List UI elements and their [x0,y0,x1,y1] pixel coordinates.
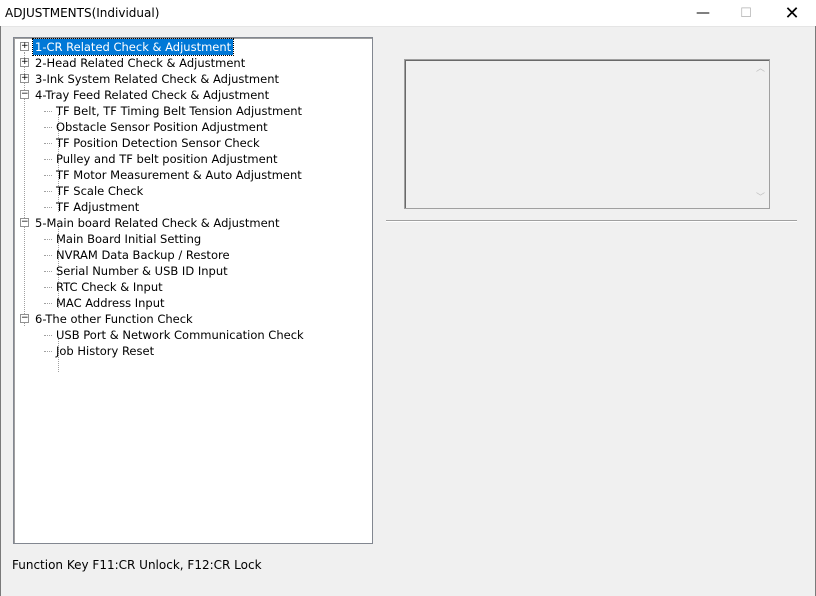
tree-item-pulley[interactable]: Pulley and TF belt position Adjustment [54,151,280,167]
tree-item-mac-address[interactable]: MAC Address Input [54,295,167,311]
tree-item-label: MAC Address Input [56,296,165,310]
tree-connector [44,111,52,112]
collapse-icon[interactable]: − [20,218,29,227]
tree-connector [44,143,52,144]
tree-item-label: TF Motor Measurement & Auto Adjustment [56,168,302,182]
function-key-hint: Function Key F11:CR Unlock, F12:CR Lock [12,558,262,572]
tree-connector [44,351,52,352]
tree-connector [44,335,52,336]
tree-item-label: 5-Main board Related Check & Adjustment [35,216,280,230]
tree-item-label: 6-The other Function Check [35,312,193,326]
minimize-button[interactable]: — [680,0,726,26]
tree-item-label: USB Port & Network Communication Check [56,328,304,342]
window-title: ADJUSTMENTS(Individual) [5,6,160,20]
tree-item-label: TF Position Detection Sensor Check [56,136,260,150]
tree-item-label: Serial Number & USB ID Input [56,264,228,278]
tree-connector [44,239,52,240]
tree-item-label: TF Adjustment [56,200,140,214]
tree-item-label: TF Scale Check [56,184,144,198]
scroll-up-icon[interactable]: ︿ [752,61,769,78]
close-button[interactable]: ✕ [769,0,815,26]
tree-item-label: 1-CR Related Check & Adjustment [31,38,235,56]
tree-item-main-board-initial[interactable]: Main Board Initial Setting [54,231,203,247]
separator-line [386,220,797,222]
collapse-icon[interactable]: − [20,314,29,323]
tree-item-nvram[interactable]: NVRAM Data Backup / Restore [54,247,232,263]
tree-connector [44,303,52,304]
title-bar: ADJUSTMENTS(Individual) — ☐ ✕ [0,0,816,27]
tree-connector [44,255,52,256]
tree-connector [44,175,52,176]
expand-icon[interactable]: + [20,42,29,51]
tree-connector [44,159,52,160]
tree-item-tf-belt[interactable]: TF Belt, TF Timing Belt Tension Adjustme… [54,103,304,119]
tree-item-label: TF Belt, TF Timing Belt Tension Adjustme… [56,104,303,118]
tree-connector [44,287,52,288]
tree-connector [44,207,52,208]
window-border-left [0,26,1,596]
tree-item-serial-number[interactable]: Serial Number & USB ID Input [54,263,230,279]
tree-item-label: Main Board Initial Setting [56,232,202,246]
maximize-button[interactable]: ☐ [723,0,769,26]
tree-item-label: RTC Check & Input [56,280,163,294]
tree-connector [44,127,52,128]
tree-item-label: 4-Tray Feed Related Check & Adjustment [35,88,270,102]
description-memo[interactable]: ︿ ﹀ [404,59,770,209]
tree-item-job-history[interactable]: Job History Reset [54,343,156,359]
tree-connector [44,271,52,272]
tree-item-tf-position-sensor[interactable]: TF Position Detection Sensor Check [54,135,262,151]
expand-icon[interactable]: + [20,74,29,83]
tree-connector [44,191,52,192]
tree-item-tf-adjustment[interactable]: TF Adjustment [54,199,141,215]
tree-item-label: 2-Head Related Check & Adjustment [35,56,246,70]
tree-item-label: Pulley and TF belt position Adjustment [56,152,278,166]
adjustment-tree[interactable]: + 1-CR Related Check & Adjustment + 2-He… [13,37,373,544]
scroll-down-icon[interactable]: ﹀ [752,190,769,207]
tree-item-rtc[interactable]: RTC Check & Input [54,279,165,295]
collapse-icon[interactable]: − [20,90,29,99]
tree-item-label: NVRAM Data Backup / Restore [56,248,230,262]
tree-item-tf-scale[interactable]: TF Scale Check [54,183,145,199]
tree-item-tf-motor[interactable]: TF Motor Measurement & Auto Adjustment [54,167,304,183]
vertical-scrollbar[interactable]: ︿ ﹀ [752,60,769,208]
tree-item-label: Job History Reset [56,344,155,358]
expand-icon[interactable]: + [20,58,29,67]
tree-item-label: Obstacle Sensor Position Adjustment [56,120,268,134]
tree-item-obstacle-sensor[interactable]: Obstacle Sensor Position Adjustment [54,119,270,135]
tree-item-label: 3-Ink System Related Check & Adjustment [35,72,280,86]
tree-item-usb-network[interactable]: USB Port & Network Communication Check [54,327,306,343]
